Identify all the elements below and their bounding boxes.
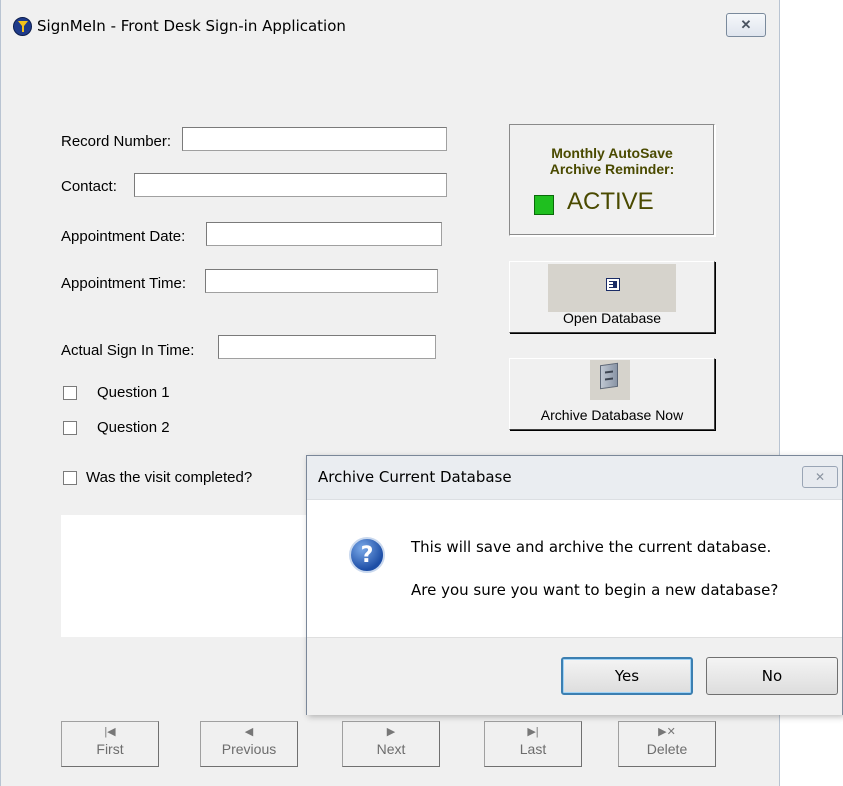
archive-database-label: Archive Database Now <box>540 407 684 423</box>
reminder-line2: Archive Reminder: <box>549 161 675 177</box>
question1-label: Question 1 <box>97 384 170 401</box>
nav-next-label: Next <box>376 741 406 757</box>
last-record-icon: ▶| <box>527 726 539 738</box>
appointment-time-field[interactable] <box>205 269 438 293</box>
appointment-time-label: Appointment Time: <box>61 275 187 292</box>
delete-record-icon: ▶✕ <box>658 726 676 738</box>
dialog-title: Archive Current Database <box>318 468 512 486</box>
record-number-field[interactable] <box>182 127 447 151</box>
dialog-button-bar: Yes No <box>307 637 842 715</box>
sign-in-time-label: Actual Sign In Time: <box>61 342 195 359</box>
nav-first-button[interactable]: |◀ First <box>61 721 159 767</box>
nav-last-button[interactable]: ▶| Last <box>484 721 582 767</box>
question1-checkbox[interactable] <box>63 386 77 400</box>
reminder-status: ACTIVE <box>567 188 654 215</box>
contact-label: Contact: <box>61 178 117 195</box>
previous-record-icon: ◀ <box>244 726 254 738</box>
question2-checkbox[interactable] <box>63 421 77 435</box>
visit-completed-checkbox[interactable] <box>63 471 77 485</box>
dialog-title-bar: Archive Current Database ✕ <box>307 456 842 500</box>
dialog-close-button[interactable]: ✕ <box>802 466 838 488</box>
nav-last-label: Last <box>519 741 547 757</box>
nav-first-label: First <box>96 741 124 757</box>
yes-button[interactable]: Yes <box>561 657 693 695</box>
question-icon: ? <box>349 537 385 573</box>
nav-next-button[interactable]: ▶ Next <box>342 721 440 767</box>
archive-database-button[interactable]: Archive Database Now <box>509 358 715 430</box>
dialog-message-line1: This will save and archive the current d… <box>411 538 772 556</box>
visit-completed-label: Was the visit completed? <box>86 469 253 486</box>
open-database-button[interactable]: Open Database <box>509 261 715 333</box>
archive-confirm-dialog: Archive Current Database ✕ ? This will s… <box>306 455 843 715</box>
first-record-icon: |◀ <box>104 726 116 738</box>
question2-label: Question 2 <box>97 419 170 436</box>
reminder-line1: Monthly AutoSave <box>551 145 673 161</box>
nav-previous-label: Previous <box>221 741 277 757</box>
record-number-label: Record Number: <box>61 133 172 150</box>
nav-delete-label: Delete <box>646 741 688 757</box>
file-cabinet-icon <box>600 362 618 390</box>
status-led-icon <box>534 195 554 215</box>
title-bar: SignMeIn - Front Desk Sign-in Applicatio… <box>1 0 779 52</box>
window-close-button[interactable]: ✕ <box>726 13 766 37</box>
nav-delete-button[interactable]: ▶✕ Delete <box>618 721 716 767</box>
app-logo-icon <box>13 17 32 36</box>
database-icon <box>606 278 620 291</box>
next-record-icon: ▶ <box>386 726 396 738</box>
window-title: SignMeIn - Front Desk Sign-in Applicatio… <box>37 17 346 35</box>
autosave-reminder-panel: Monthly AutoSave Archive Reminder: ACTIV… <box>509 124 715 236</box>
no-button[interactable]: No <box>706 657 838 695</box>
appointment-date-label: Appointment Date: <box>61 228 186 245</box>
nav-previous-button[interactable]: ◀ Previous <box>200 721 298 767</box>
dialog-message-line2: Are you sure you want to begin a new dat… <box>411 581 779 599</box>
open-database-label: Open Database <box>562 310 662 326</box>
appointment-date-field[interactable] <box>206 222 442 246</box>
contact-field[interactable] <box>134 173 447 197</box>
sign-in-time-field[interactable] <box>218 335 436 359</box>
